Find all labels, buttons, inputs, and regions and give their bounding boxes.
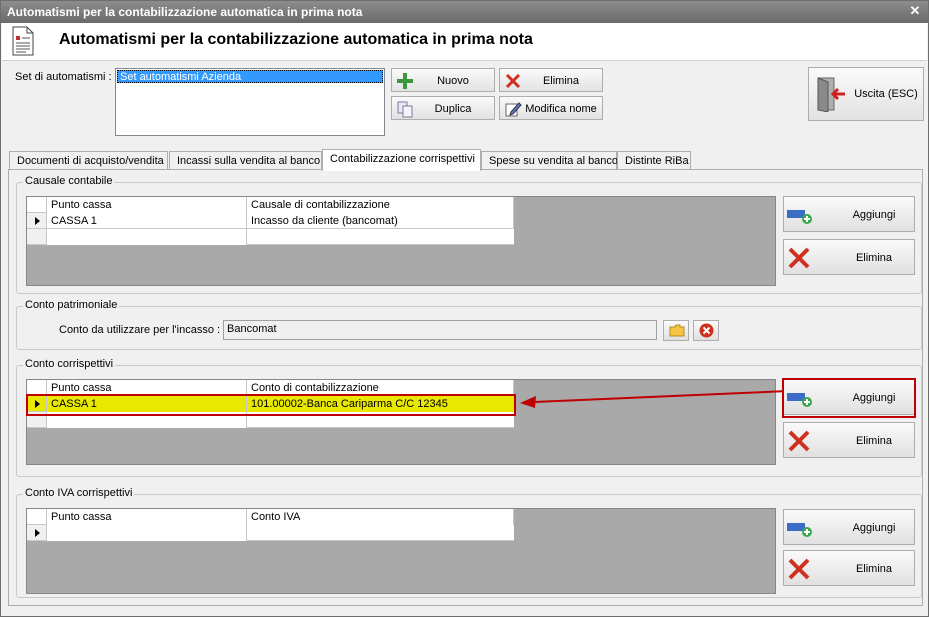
row-highlight-box (26, 394, 516, 416)
causale-grid[interactable]: Punto cassa Causale di contabilizzazione… (26, 196, 776, 286)
dialog-window: Automatismi per la contabilizzazione aut… (0, 0, 929, 617)
add-row-icon (787, 523, 812, 537)
iva-remove-button[interactable]: Elimina (783, 550, 915, 586)
document-icon (12, 26, 34, 56)
corrispettivi-title: Conto corrispettivi (23, 358, 116, 370)
tab-spese[interactable]: Spese su vendita al banco (481, 151, 618, 170)
tab-corrispettivi[interactable]: Contabilizzazione corrispettivi (322, 149, 481, 171)
set-listbox[interactable]: Set automatismi Azienda (115, 68, 385, 136)
exit-button[interactable]: Uscita (ESC) (808, 67, 924, 121)
header-panel: Automatismi per la contabilizzazione aut… (2, 23, 927, 61)
set-label: Set di automatismi : (15, 71, 112, 83)
rename-label: Modifica nome (525, 103, 597, 115)
remove-label: Elimina (855, 435, 893, 447)
corrispettivi-group: Conto corrispettivi Punto cassa Conto di… (16, 358, 922, 477)
row-indicator[interactable] (27, 213, 47, 229)
exit-door-icon (817, 77, 845, 112)
delete-set-button[interactable]: Elimina (499, 68, 603, 92)
patrimoniale-field[interactable]: Bancomat (223, 320, 657, 340)
remove-label: Elimina (855, 252, 893, 264)
x-icon (788, 430, 810, 452)
iva-group: Conto IVA corrispettivi Punto cassa Cont… (16, 487, 922, 598)
grid-corner (27, 509, 47, 525)
row-indicator[interactable] (27, 525, 47, 541)
iva-add-button[interactable]: Aggiungi (783, 509, 915, 545)
row-indicator[interactable] (27, 229, 47, 245)
page-title: Automatismi per la contabilizzazione aut… (59, 31, 533, 48)
browse-button[interactable] (663, 320, 689, 341)
duplicate-label: Duplica (434, 103, 472, 115)
patrimoniale-label: Conto da utilizzare per l'incasso : (59, 324, 221, 336)
remove-label: Elimina (855, 563, 893, 575)
clear-icon (699, 323, 714, 338)
table-cell[interactable]: CASSA 1 (47, 213, 247, 229)
row-pointer-icon (35, 529, 40, 537)
x-icon (788, 558, 810, 580)
clear-button[interactable] (693, 320, 719, 341)
rename-button[interactable]: Modifica nome (499, 96, 603, 120)
corrispettivi-remove-button[interactable]: Elimina (783, 422, 915, 458)
table-cell[interactable]: Incasso da cliente (bancomat) (247, 213, 514, 229)
add-label: Aggiungi (852, 209, 896, 221)
duplicate-button[interactable]: Duplica (391, 96, 495, 120)
iva-title: Conto IVA corrispettivi (23, 487, 135, 499)
new-button[interactable]: Nuovo (391, 68, 495, 92)
causale-add-button[interactable]: Aggiungi (783, 196, 915, 232)
table-cell[interactable] (47, 229, 247, 245)
exit-label: Uscita (ESC) (854, 88, 918, 100)
tab-documenti[interactable]: Documenti di acquisto/vendita (9, 151, 168, 170)
column-header[interactable]: Conto IVA (247, 509, 514, 525)
iva-grid[interactable]: Punto cassa Conto IVA (26, 508, 776, 594)
add-label: Aggiungi (852, 522, 896, 534)
add-row-icon (787, 210, 812, 224)
causale-group: Causale contabile Punto cassa Causale di… (16, 175, 922, 294)
add-button-highlight-box (782, 378, 916, 418)
set-list-item[interactable]: Set automatismi Azienda (117, 70, 383, 83)
grid-corner (27, 197, 47, 213)
delete-set-label: Elimina (542, 75, 580, 87)
tab-riba[interactable]: Distinte RiBa (617, 151, 691, 170)
table-cell[interactable] (47, 525, 247, 541)
patrimoniale-title: Conto patrimoniale (23, 299, 120, 311)
causale-title: Causale contabile (23, 175, 115, 187)
folder-icon (669, 324, 685, 337)
column-header[interactable]: Punto cassa (47, 197, 247, 213)
tab-incassi[interactable]: Incassi sulla vendita al banco (169, 151, 322, 170)
patrimoniale-group: Conto patrimoniale Conto da utilizzare p… (16, 299, 922, 350)
window-title: Automatismi per la contabilizzazione aut… (7, 5, 363, 19)
column-header[interactable]: Causale di contabilizzazione (247, 197, 514, 213)
row-pointer-icon (35, 217, 40, 225)
tab-page: Causale contabile Punto cassa Causale di… (8, 169, 923, 606)
x-icon (788, 247, 810, 269)
annotation-arrow-icon (520, 390, 789, 408)
causale-remove-button[interactable]: Elimina (783, 239, 915, 275)
new-button-label: Nuovo (437, 75, 469, 87)
close-icon[interactable]: ✕ (908, 4, 922, 18)
title-bar: Automatismi per la contabilizzazione aut… (1, 1, 928, 23)
column-header[interactable]: Punto cassa (47, 509, 247, 525)
